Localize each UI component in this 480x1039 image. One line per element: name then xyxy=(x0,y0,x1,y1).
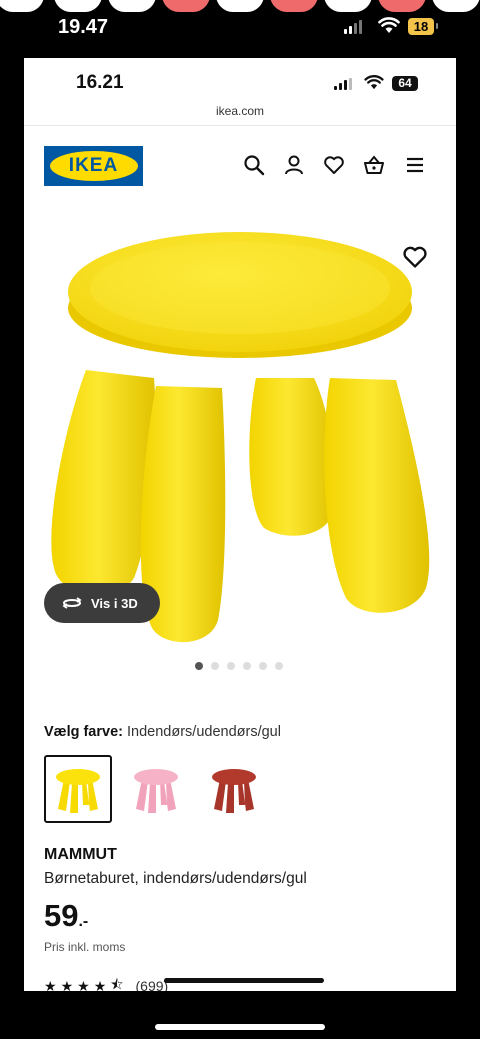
price-suffix: .- xyxy=(78,913,89,930)
ikea-logo[interactable]: IKEA xyxy=(44,146,143,186)
color-label: Vælg farve: xyxy=(44,724,123,740)
price-note: Pris inkl. moms xyxy=(44,940,126,954)
outer-battery-icon: 18 xyxy=(408,18,434,35)
carousel-dot[interactable] xyxy=(211,662,219,670)
star-icon: ★ xyxy=(44,977,57,992)
carousel-dot[interactable] xyxy=(243,662,251,670)
carousel-dot[interactable] xyxy=(275,662,283,670)
outer-status-bar: 19.47 18 xyxy=(0,0,480,58)
carousel-dot[interactable] xyxy=(227,662,235,670)
carousel-dot[interactable] xyxy=(195,662,203,670)
swatch-yellow[interactable] xyxy=(44,755,112,823)
swatch-red[interactable] xyxy=(200,755,268,823)
inner-screenshot: 16.21 64 ikea.com IKEA Vis i 3D Vælg far… xyxy=(24,58,456,991)
browser-url[interactable]: ikea.com xyxy=(24,104,456,118)
favorites-icon[interactable] xyxy=(323,154,345,176)
carousel-dots xyxy=(195,662,283,670)
url-divider xyxy=(24,125,456,126)
notification-bubbles xyxy=(0,0,480,14)
view-3d-button[interactable]: Vis i 3D xyxy=(44,583,160,623)
carousel-dot[interactable] xyxy=(259,662,267,670)
rotate-3d-icon xyxy=(62,597,82,609)
menu-icon[interactable] xyxy=(404,154,426,176)
product-price: 59.- xyxy=(44,898,88,934)
inner-wifi-icon xyxy=(364,75,384,90)
search-icon[interactable] xyxy=(243,154,265,176)
stool-thumbnail-red xyxy=(212,769,256,813)
product-description: Børnetaburet, indendørs/udendørs/gul xyxy=(44,870,307,887)
inner-battery-icon: 64 xyxy=(392,76,418,91)
basket-icon[interactable] xyxy=(363,154,385,176)
stool-thumbnail-yellow xyxy=(56,769,100,813)
product-name: MAMMUT xyxy=(44,846,117,863)
outer-wifi-icon xyxy=(378,17,400,33)
outer-clock: 19.47 xyxy=(58,16,109,38)
stool-thumbnail-pink xyxy=(134,769,178,813)
product-rating[interactable]: ★ ★ ★ ★ ⯪ (699) xyxy=(44,974,168,991)
site-header: IKEA xyxy=(24,128,456,202)
inner-clock: 16.21 xyxy=(76,72,124,93)
star-icon: ★ xyxy=(60,977,74,992)
star-icon: ★ xyxy=(77,977,90,992)
inner-status-bar: 16.21 64 xyxy=(24,58,456,104)
outer-signal-icon xyxy=(344,20,362,34)
color-swatches xyxy=(44,755,268,823)
inner-signal-icon xyxy=(334,78,352,90)
favorite-product-icon[interactable] xyxy=(402,244,428,270)
color-value: Indendørs/udendørs/gul xyxy=(127,724,281,740)
price-main: 59 xyxy=(44,898,79,933)
star-icon: ★ xyxy=(93,977,107,992)
swatch-pink[interactable] xyxy=(122,755,190,823)
inner-home-indicator xyxy=(164,978,324,983)
account-icon[interactable] xyxy=(283,154,305,176)
logo-text: IKEA xyxy=(68,155,119,176)
view-3d-label: Vis i 3D xyxy=(91,595,138,611)
half-star-icon: ⯪ xyxy=(110,976,124,991)
color-selection-line: Vælg farve: Indendørs/udendørs/gul xyxy=(44,724,281,740)
outer-home-indicator xyxy=(155,1024,325,1030)
